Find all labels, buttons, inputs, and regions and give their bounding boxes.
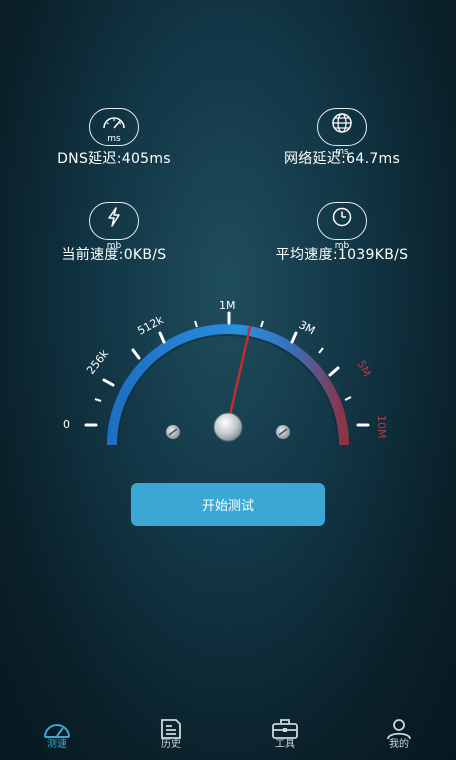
tab-history-label: 历史	[161, 739, 181, 750]
tab-tools[interactable]: 工具	[228, 712, 342, 760]
speed-gauge: 0 256k 512k 1M 3M 5M 10M	[63, 299, 388, 446]
speedometer-icon	[103, 117, 125, 129]
toolbox-icon	[272, 719, 298, 739]
average-badge: mb	[317, 202, 367, 251]
left-screw	[166, 425, 180, 439]
bottom-tab-bar: 测速 历史 工具 我的	[0, 712, 456, 760]
average-speed-stat: mb 平均速度:1039KB/S	[228, 202, 456, 264]
dns-latency-stat: ms DNS延迟:405ms	[0, 108, 228, 168]
start-test-button[interactable]: 开始测试	[131, 483, 325, 526]
tab-speed-test-label: 测速	[47, 739, 67, 750]
tab-profile-label: 我的	[389, 739, 409, 750]
scale-label-0: 0	[63, 418, 70, 431]
user-icon	[387, 719, 411, 740]
gauge-hub	[213, 412, 243, 442]
scale-label-3m: 3M	[297, 318, 318, 337]
tab-speed-test[interactable]: 测速	[0, 712, 114, 760]
right-screw	[276, 425, 290, 439]
dns-latency-label: DNS延迟:405ms	[57, 151, 171, 167]
scale-label-1m: 1M	[219, 299, 236, 312]
clock-icon	[332, 207, 352, 227]
tab-tools-label: 工具	[275, 739, 295, 750]
speedometer-icon	[44, 724, 70, 738]
gauge-needle	[228, 325, 252, 417]
globe-icon	[332, 113, 352, 133]
dns-unit: ms	[107, 134, 121, 144]
network-latency-stat: ms 网络延迟:64.7ms	[228, 108, 456, 168]
scale-label-5m: 5M	[354, 358, 373, 379]
average-unit: mb	[334, 241, 350, 251]
lightning-icon	[108, 207, 120, 227]
current-unit: mb	[106, 241, 122, 251]
dns-badge: ms	[89, 108, 139, 146]
scale-label-256k: 256k	[84, 347, 111, 377]
current-speed-stat: mb 当前速度:0KB/S	[0, 202, 228, 264]
current-badge: mb	[89, 202, 139, 251]
tab-profile[interactable]: 我的	[342, 712, 456, 760]
scale-label-10m: 10M	[375, 415, 388, 439]
history-icon	[161, 719, 181, 739]
tab-history[interactable]: 历史	[114, 712, 228, 760]
network-badge: ms	[317, 108, 367, 157]
network-unit: ms	[335, 147, 349, 157]
